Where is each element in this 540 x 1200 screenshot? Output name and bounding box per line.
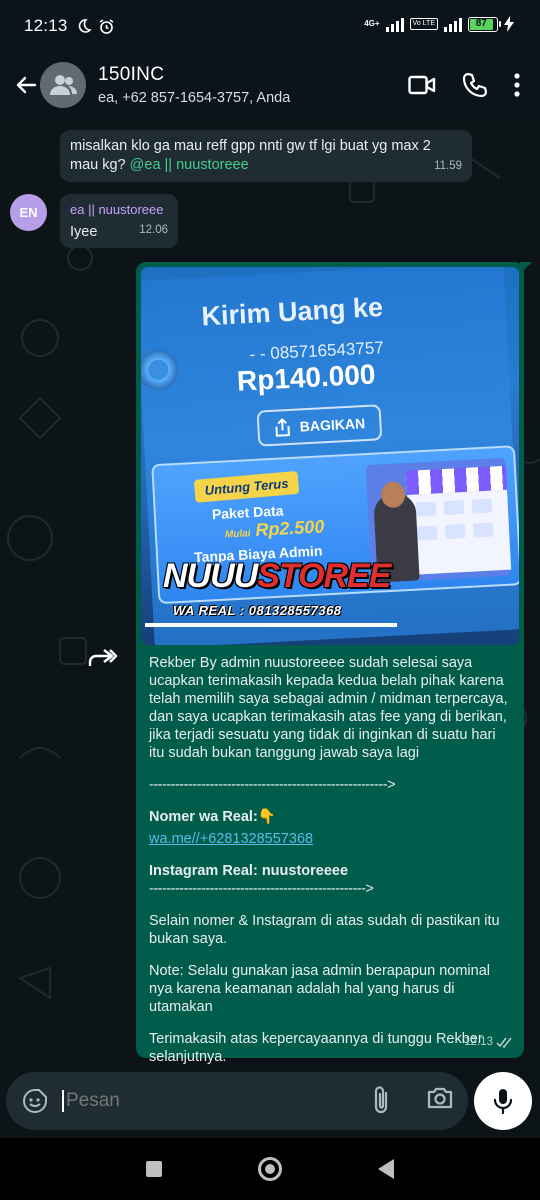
message-text: misalkan klo ga mau reff gpp nnti gw tf … bbox=[70, 138, 431, 173]
message-bubble-incoming[interactable]: misalkan klo ga mau reff gpp nnti gw tf … bbox=[60, 130, 472, 182]
message-time: 12.13 bbox=[464, 1033, 514, 1052]
camera-icon bbox=[427, 1087, 453, 1109]
charging-icon bbox=[504, 16, 514, 32]
group-icon bbox=[50, 75, 77, 95]
caption-paragraph: Selain nomer & Instagram di atas sudah d… bbox=[149, 913, 500, 947]
phone-icon[interactable] bbox=[462, 72, 488, 98]
group-avatar[interactable] bbox=[40, 62, 86, 108]
chat-participants: ea, +62 857-1654-3757, Anda bbox=[98, 90, 291, 106]
arrow-left-icon bbox=[16, 76, 37, 94]
more-vertical-icon[interactable] bbox=[514, 73, 520, 97]
message-time: 12.06 bbox=[139, 224, 168, 236]
alarm-icon bbox=[99, 18, 113, 34]
battery-level: 87 bbox=[470, 18, 493, 30]
image-attachment[interactable]: Kirim Uang ke - - 085716543757 Rp140.000… bbox=[141, 267, 519, 645]
message-bubble-outgoing[interactable]: Kirim Uang ke - - 085716543757 Rp140.000… bbox=[136, 262, 532, 1065]
message-input-container[interactable] bbox=[6, 1072, 468, 1130]
watermark-number: WA REAL : 081328557368 bbox=[173, 603, 342, 618]
message-time: 11.59 bbox=[434, 160, 462, 172]
decor-ring bbox=[141, 348, 180, 391]
promo-price: Mulai Rp2.500 bbox=[224, 516, 325, 541]
system-nav-bar bbox=[0, 1138, 540, 1200]
message-bubble-incoming[interactable]: ea || nuustoreee Iyee 12.06 bbox=[60, 194, 178, 248]
signal-icon bbox=[385, 16, 404, 32]
video-call-icon[interactable] bbox=[408, 74, 436, 96]
caption-paragraph: Note: Selalu gunakan jasa admin berapapu… bbox=[149, 963, 490, 1015]
wa-link[interactable]: wa.me//+6281328557368 bbox=[149, 831, 313, 847]
paperclip-icon bbox=[374, 1086, 388, 1114]
promo-tag: Untung Terus bbox=[193, 470, 300, 503]
recents-button[interactable] bbox=[146, 1161, 162, 1177]
chat-header: 150INC ea, +62 857-1654-3757, Anda bbox=[0, 52, 540, 118]
caption-paragraph: Terimakasih atas kepercayaannya di tungg… bbox=[149, 1031, 483, 1065]
status-bar: 12:13 4G+ Vo LTE 87 bbox=[0, 0, 540, 52]
chat-area[interactable]: misalkan klo ga mau reff gpp nnti gw tf … bbox=[0, 118, 540, 1080]
signal-icon-2 bbox=[444, 16, 462, 32]
sender-name[interactable]: ea || nuustoreee bbox=[70, 200, 168, 219]
home-button[interactable] bbox=[258, 1157, 282, 1181]
do-not-disturb-icon bbox=[78, 19, 92, 33]
volte-badge: Vo LTE bbox=[409, 18, 438, 30]
caption-divider: ----------------------------------------… bbox=[149, 777, 396, 793]
system-back-button[interactable] bbox=[378, 1159, 394, 1179]
microphone-icon bbox=[493, 1089, 513, 1114]
sender-avatar[interactable]: EN bbox=[10, 194, 47, 231]
caption-nomer-label: Nomer wa Real:👇 bbox=[149, 809, 276, 825]
caption-paragraph: Rekber By admin nuustoreeee sudah selesa… bbox=[149, 655, 508, 761]
compose-bar bbox=[0, 1064, 540, 1138]
share-label: BAGIKAN bbox=[299, 414, 366, 434]
caption-divider: ----------------------------------------… bbox=[149, 881, 374, 897]
status-time: 12:13 bbox=[24, 16, 68, 35]
camera-button[interactable] bbox=[426, 1085, 454, 1116]
image-title: Kirim Uang ke bbox=[200, 291, 384, 332]
mention-link[interactable]: @ea || nuustoreee bbox=[130, 157, 249, 173]
watermark-brand: NUUUSTOREE bbox=[163, 557, 391, 595]
share-icon bbox=[275, 417, 291, 437]
image-share-button: BAGIKAN bbox=[256, 404, 383, 447]
message-input[interactable] bbox=[66, 1090, 296, 1112]
message-caption: Rekber By admin nuustoreeee sudah selesa… bbox=[141, 645, 519, 1066]
network-type: 4G+ bbox=[364, 19, 380, 28]
read-receipt-icon bbox=[496, 1037, 512, 1048]
text-caret bbox=[62, 1090, 64, 1112]
chat-title: 150INC bbox=[98, 64, 165, 85]
voice-record-button[interactable] bbox=[474, 1072, 532, 1130]
caption-ig-label: Instagram Real: nuustoreeee bbox=[149, 863, 349, 879]
battery-icon: 87 bbox=[468, 16, 501, 32]
sticker-button[interactable] bbox=[8, 1074, 62, 1128]
attach-button[interactable] bbox=[370, 1085, 392, 1122]
sticker-icon bbox=[23, 1089, 47, 1113]
chat-info[interactable]: 150INC ea, +62 857-1654-3757, Anda bbox=[98, 64, 408, 106]
forward-icon[interactable] bbox=[88, 648, 118, 670]
image-amount: Rp140.000 bbox=[236, 358, 377, 397]
